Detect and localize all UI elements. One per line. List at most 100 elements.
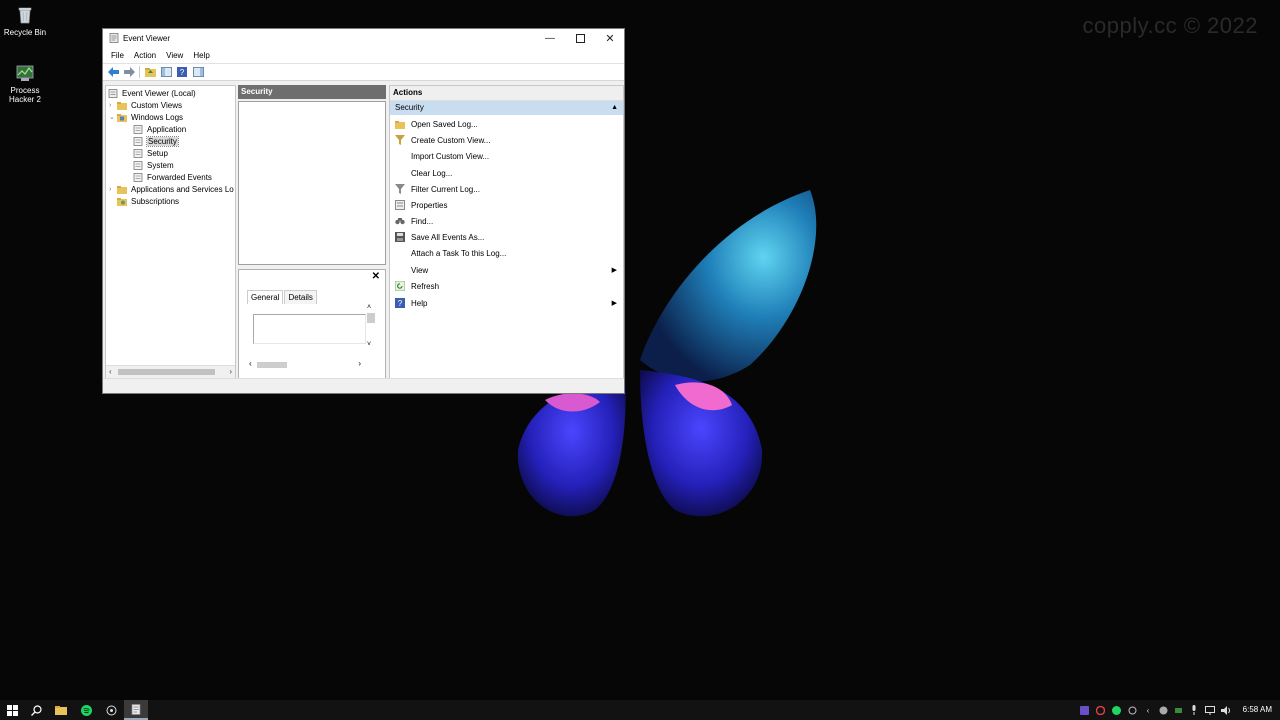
action-attach-a-task-to-this-log[interactable]: Attach a Task To this Log... [390, 246, 623, 260]
start-button[interactable] [0, 700, 24, 720]
taskbar-spotify[interactable] [74, 700, 98, 720]
tray-network[interactable] [1204, 700, 1216, 720]
properties-icon [395, 200, 405, 210]
tree-item-security[interactable]: Security [133, 135, 179, 147]
action-create-custom-view[interactable]: Create Custom View... [390, 133, 623, 147]
scroll-left-icon[interactable]: ‹ [109, 366, 112, 378]
action-clear-log[interactable]: Clear Log... [390, 166, 623, 180]
menu-help[interactable]: Help [188, 51, 214, 60]
menu-action[interactable]: Action [129, 51, 161, 60]
scrollbar-thumb[interactable] [118, 369, 215, 375]
watermark-text: copply.cc © 2022 [1082, 13, 1258, 38]
tree-horizontal-scrollbar[interactable]: ‹ › [106, 365, 235, 378]
tree-item-windows-logs[interactable]: ⌄ Windows Logs [109, 111, 183, 123]
log-icon [133, 136, 143, 146]
scrollbar-thumb[interactable] [257, 362, 287, 368]
taskbar-file-explorer[interactable] [49, 700, 73, 720]
help-button[interactable]: ? [176, 66, 188, 78]
tray-chevron[interactable]: ‹ [1142, 700, 1154, 720]
tree-item-label: Subscriptions [131, 196, 180, 206]
desktop-icon-label: Recycle Bin [3, 28, 47, 37]
tree-item-root[interactable]: Event Viewer (Local) [108, 87, 196, 99]
tree-item-custom-views[interactable]: › Custom Views [109, 99, 182, 111]
tray-microphone[interactable] [1188, 700, 1200, 720]
tray-app-1[interactable] [1078, 700, 1090, 720]
event-list[interactable] [238, 101, 386, 265]
action-label: Save All Events As... [411, 232, 485, 242]
up-folder-button[interactable] [144, 66, 156, 78]
tree-item-application[interactable]: Application [133, 123, 186, 135]
preview-tabs: General Details [247, 290, 318, 304]
up-folder-icon [144, 68, 156, 77]
action-filter-current-log[interactable]: Filter Current Log... [390, 182, 623, 196]
minimize-icon: — [545, 32, 555, 44]
spotify-icon [1111, 705, 1121, 715]
chevron-down-icon[interactable]: ⌄ [109, 113, 117, 121]
action-help[interactable]: ? Help ▶ [390, 296, 623, 310]
preview-vertical-scrollbar[interactable]: ˄ ˅ [367, 304, 375, 348]
taskbar-app[interactable] [99, 700, 123, 720]
file-explorer-icon [55, 706, 67, 715]
close-preview-icon[interactable]: ✕ [372, 271, 380, 282]
show-hide-action-pane-button[interactable] [192, 66, 204, 78]
search-button[interactable] [24, 700, 48, 720]
scroll-right-icon[interactable]: › [358, 359, 361, 368]
action-refresh[interactable]: Refresh [390, 279, 623, 293]
toolbar-separator [139, 66, 140, 78]
scroll-left-icon[interactable]: ‹ [249, 359, 252, 368]
tab-details[interactable]: Details [284, 290, 317, 304]
process-hacker-icon [16, 65, 34, 81]
tray-app-4[interactable] [1157, 700, 1169, 720]
scroll-up-icon[interactable]: ˄ [367, 304, 371, 311]
help-icon: ? [395, 298, 405, 308]
title-bar[interactable]: Event Viewer — ✕ [103, 29, 624, 47]
menu-file[interactable]: File [106, 51, 129, 60]
tree-item-applications-and-services[interactable]: › Applications and Services Lo [109, 183, 234, 195]
show-hide-console-tree-button[interactable] [160, 66, 172, 78]
action-label: Properties [411, 200, 448, 210]
action-save-all-events-as[interactable]: Save All Events As... [390, 230, 623, 244]
action-label: Find... [411, 216, 434, 226]
tab-general[interactable]: General [247, 290, 284, 304]
desktop-icon-label: Process Hacker 2 [8, 86, 41, 104]
tray-app-3[interactable] [1126, 700, 1138, 720]
desktop-icon-process-hacker[interactable]: Process Hacker 2 [0, 63, 55, 104]
chevron-right-icon[interactable]: › [109, 186, 117, 193]
action-open-saved-log[interactable]: Open Saved Log... [390, 117, 623, 131]
forward-button[interactable] [123, 66, 135, 78]
scroll-right-icon[interactable]: › [229, 366, 232, 378]
action-find[interactable]: Find... [390, 214, 623, 228]
back-icon [107, 67, 119, 77]
tree-item-subscriptions[interactable]: Subscriptions [117, 195, 179, 207]
collapse-icon[interactable]: ▲ [611, 101, 618, 115]
save-icon [395, 232, 405, 242]
tray-spotify[interactable] [1110, 700, 1122, 720]
desktop-icon-recycle-bin[interactable]: Recycle Bin [0, 5, 55, 37]
actions-section-security[interactable]: Security ▲ [390, 101, 623, 115]
tree-item-setup[interactable]: Setup [133, 147, 168, 159]
scroll-down-icon[interactable]: ˅ [367, 341, 371, 348]
event-viewer-icon [108, 88, 118, 98]
chevron-right-icon[interactable]: › [109, 102, 117, 109]
help-icon: ? [177, 67, 187, 77]
scrollbar-thumb[interactable] [367, 313, 375, 323]
action-properties[interactable]: Properties [390, 198, 623, 212]
tree-item-system[interactable]: System [133, 159, 174, 171]
close-button[interactable]: ✕ [595, 29, 625, 47]
chevron-up-icon: ‹ [1146, 705, 1150, 715]
menu-view[interactable]: View [161, 51, 188, 60]
event-description-box[interactable] [253, 314, 366, 344]
maximize-button[interactable] [565, 29, 595, 47]
tray-gray-icon [1128, 706, 1136, 714]
tree-item-forwarded-events[interactable]: Forwarded Events [133, 171, 212, 183]
action-view[interactable]: View ▶ [390, 263, 623, 277]
preview-horizontal-scrollbar[interactable]: ‹ › [249, 359, 361, 370]
action-import-custom-view[interactable]: Import Custom View... [390, 149, 623, 163]
tray-app-5[interactable] [1172, 700, 1184, 720]
minimize-button[interactable]: — [535, 29, 565, 47]
back-button[interactable] [107, 66, 119, 78]
taskbar-clock[interactable]: 6:58 AM [1243, 700, 1272, 720]
taskbar-event-viewer[interactable] [124, 700, 148, 720]
tray-app-2[interactable] [1094, 700, 1106, 720]
tray-volume[interactable] [1220, 700, 1232, 720]
